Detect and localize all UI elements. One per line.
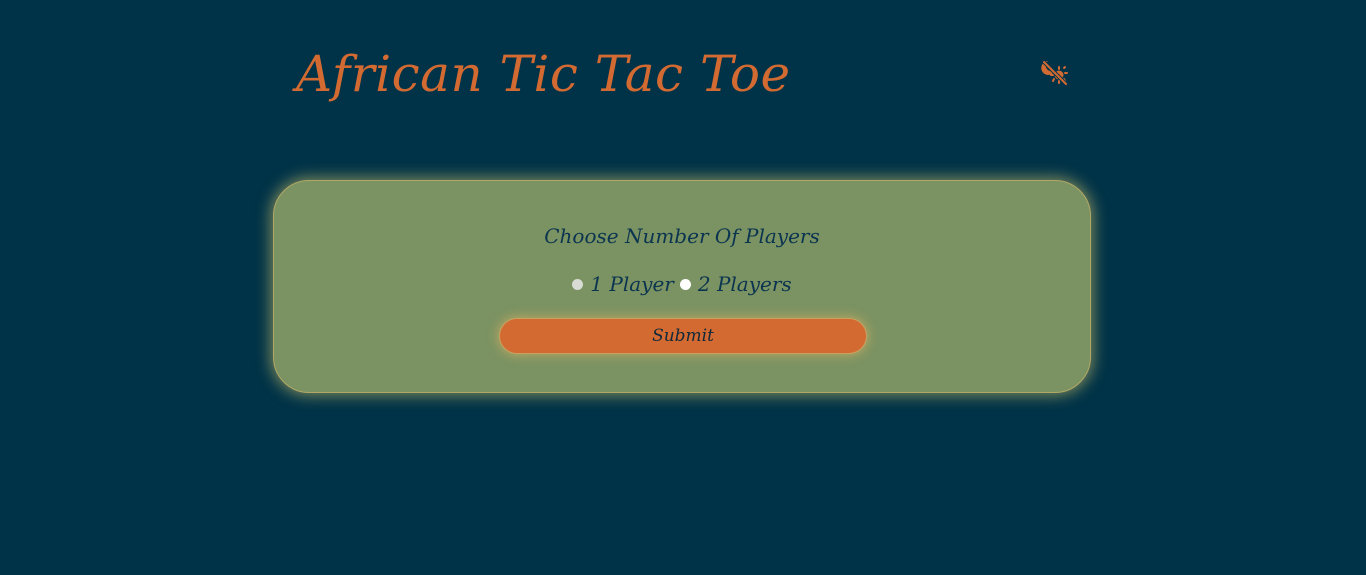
option-1-player-label: 1 Player bbox=[590, 272, 674, 296]
radio-1-player[interactable] bbox=[572, 278, 584, 290]
page-title: African Tic Tac Toe bbox=[296, 45, 791, 103]
option-2-players-label: 2 Players bbox=[697, 272, 792, 296]
player-count-prompt: Choose Number Of Players bbox=[544, 224, 820, 248]
theme-toggle-button[interactable] bbox=[1038, 56, 1070, 88]
option-1-player[interactable]: 1 Player bbox=[572, 271, 674, 297]
option-2-players[interactable]: 2 Players bbox=[679, 271, 792, 297]
radio-2-players[interactable] bbox=[679, 278, 691, 290]
sun-moon-toggle-icon bbox=[1038, 56, 1070, 88]
player-setup-card: Choose Number Of Players 1 Player 2 Play… bbox=[273, 180, 1091, 393]
submit-button[interactable]: Submit bbox=[499, 318, 867, 354]
player-count-options: 1 Player 2 Players bbox=[274, 271, 1090, 297]
